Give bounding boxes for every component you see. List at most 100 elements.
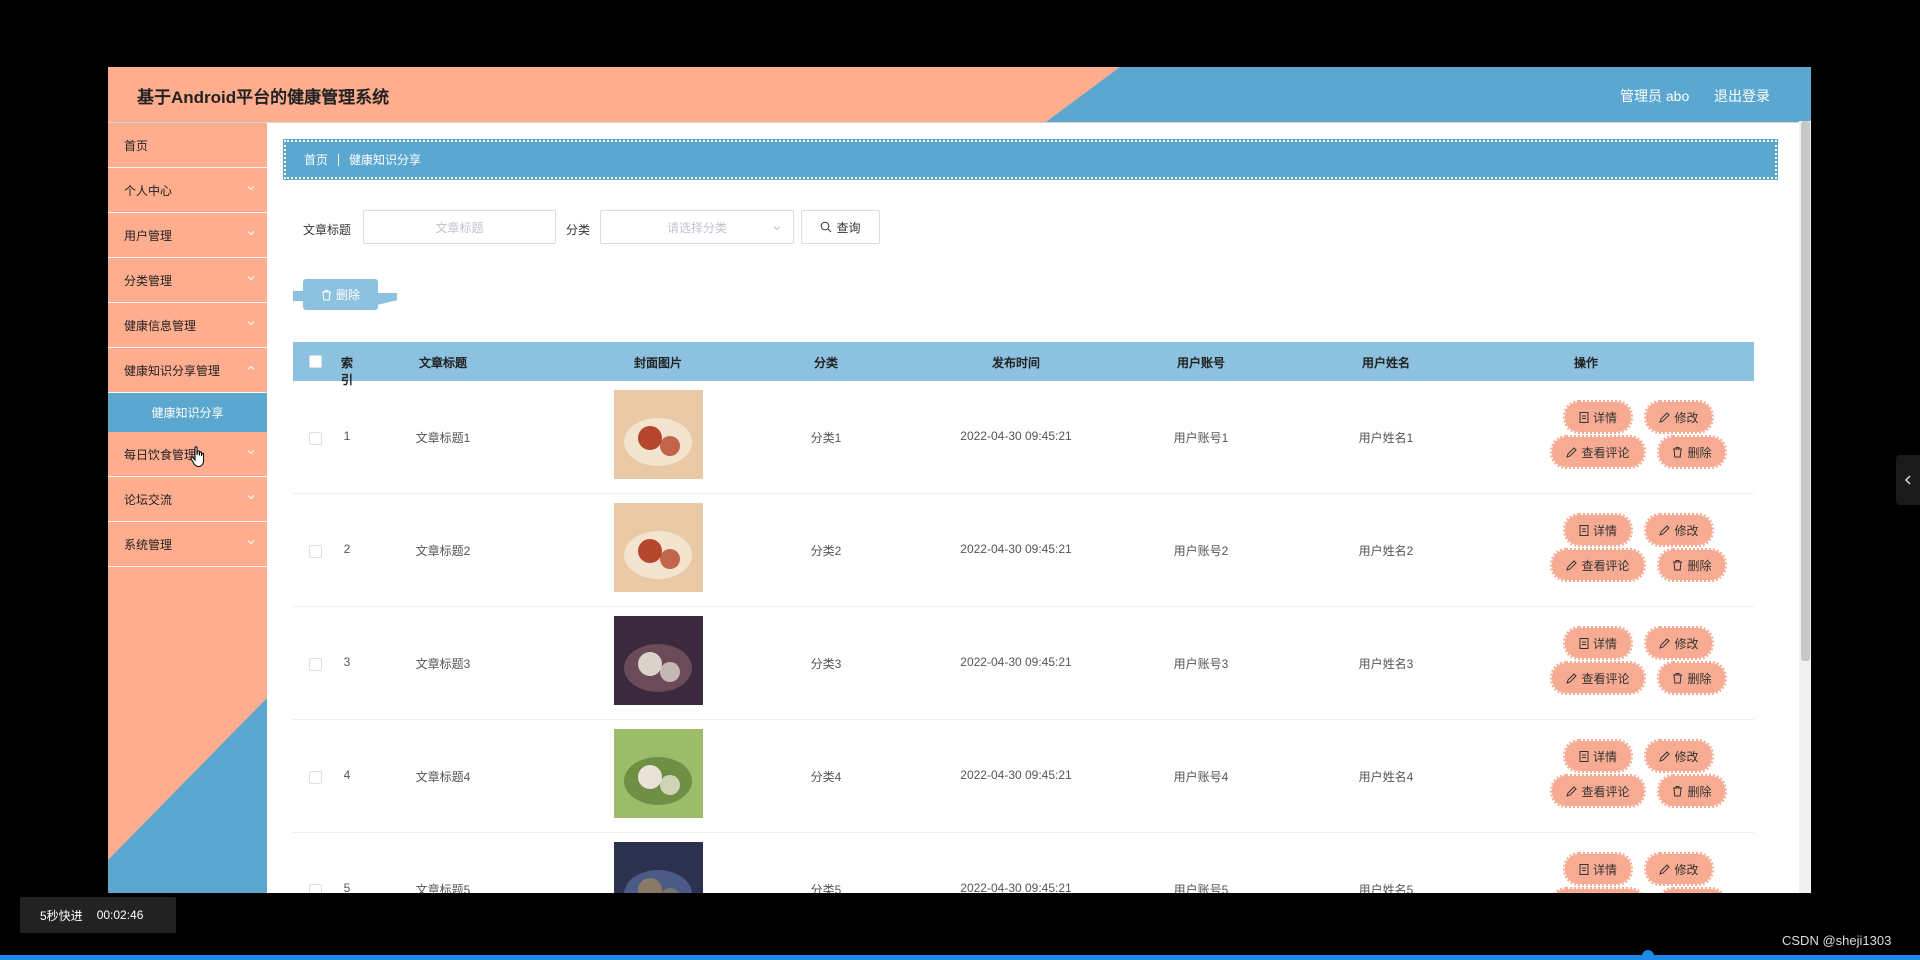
video-progress-bar[interactable] (0, 955, 1920, 960)
edit-button[interactable]: 修改 (1644, 739, 1714, 773)
view-comments-button[interactable]: 查看评论 (1550, 887, 1646, 893)
cell-title: 文章标题1 (415, 431, 471, 445)
app-window: 基于Android平台的健康管理系统 管理员 abo 退出登录 首页 个人中心 … (108, 67, 1811, 893)
query-button[interactable]: 查询 (801, 210, 880, 244)
table-row: 4 文章标题4 分类4 2022-04-30 09:45:21 用户账号4 用户姓名4 详情… (293, 720, 1754, 833)
select-all-checkbox[interactable] (309, 355, 322, 368)
sidebar-item-personal-center[interactable]: 个人中心 (108, 168, 267, 213)
breadcrumb-home[interactable]: 首页 (304, 151, 328, 168)
delete-button[interactable]: 删除 (1657, 774, 1727, 808)
sidebar-item-label: 系统管理 (124, 537, 173, 552)
cell-account: 用户账号5 (1173, 883, 1229, 893)
cell-category: 分类4 (810, 770, 842, 784)
sidebar-item-home[interactable]: 首页 (108, 123, 267, 168)
view-comments-button[interactable]: 查看评论 (1550, 661, 1646, 695)
view-comments-button[interactable]: 查看评论 (1550, 435, 1646, 469)
skip-forward-label[interactable]: 5秒快进 (40, 907, 83, 924)
view-comments-button[interactable]: 查看评论 (1550, 774, 1646, 808)
table-row: 1 文章标题1 分类1 2022-04-30 09:45:21 用户账号1 用户姓名1 详情… (293, 381, 1754, 494)
cover-image[interactable] (614, 729, 703, 818)
edit-label: 修改 (1674, 749, 1699, 764)
delete-button[interactable]: 删除 (1657, 435, 1727, 469)
trash-icon (1673, 673, 1683, 684)
sidebar-item-category-management[interactable]: 分类管理 (108, 258, 267, 303)
chevron-down-icon (247, 276, 255, 281)
category-filter-label: 分类 (566, 223, 591, 237)
view-comments-label: 查看评论 (1581, 671, 1630, 686)
sidebar-item-knowledge-share-management[interactable]: 健康知识分享管理 (108, 348, 267, 393)
select-placeholder: 请选择分类 (666, 220, 727, 235)
view-comments-label: 查看评论 (1581, 558, 1630, 573)
title-filter-label: 文章标题 (303, 223, 352, 237)
document-icon (1579, 411, 1589, 423)
row-checkbox[interactable] (309, 658, 322, 671)
sidebar-item-health-info[interactable]: 健康信息管理 (108, 303, 267, 348)
detail-button[interactable]: 详情 (1563, 513, 1633, 547)
side-panel-toggle[interactable] (1896, 455, 1920, 505)
sidebar-item-daily-diet[interactable]: 每日饮食管理 (108, 432, 267, 477)
query-button-label: 查询 (836, 220, 861, 235)
view-comments-button[interactable]: 查看评论 (1550, 548, 1646, 582)
sidebar-item-system[interactable]: 系统管理 (108, 522, 267, 567)
cover-image[interactable] (614, 616, 703, 705)
cell-name: 用户姓名2 (1358, 544, 1414, 558)
edit-button[interactable]: 修改 (1644, 626, 1714, 660)
delete-label: 删除 (1687, 445, 1712, 460)
row-checkbox[interactable] (309, 545, 322, 558)
vertical-scrollbar[interactable] (1801, 121, 1810, 661)
sidebar-subitem-knowledge-share[interactable]: 健康知识分享 (108, 393, 267, 432)
edit-button[interactable]: 修改 (1644, 513, 1714, 547)
row-checkbox[interactable] (309, 432, 322, 445)
sidebar-item-label: 首页 (124, 138, 149, 153)
sidebar-item-label: 健康知识分享 (151, 406, 224, 420)
delete-button[interactable]: 删除 (1657, 887, 1727, 893)
row-checkbox[interactable] (309, 884, 322, 893)
edit-button[interactable]: 修改 (1644, 400, 1714, 434)
delete-button[interactable]: 删除 (1657, 661, 1727, 695)
title-filter-input[interactable]: 文章标题 (363, 210, 556, 244)
edit-icon (1659, 750, 1671, 762)
detail-button[interactable]: 详情 (1563, 739, 1633, 773)
sidebar-item-forum[interactable]: 论坛交流 (108, 477, 267, 522)
edit-button[interactable]: 修改 (1644, 852, 1714, 886)
cell-index: 1 (343, 429, 351, 443)
column-header-title: 文章标题 (418, 356, 467, 370)
cover-image-graphic (614, 842, 703, 893)
cover-image[interactable] (614, 390, 703, 479)
delete-button[interactable]: 删除 (1657, 548, 1727, 582)
video-overlay-badge: 5秒快进 00:02:46 (20, 897, 176, 933)
category-select[interactable]: 请选择分类 (600, 210, 794, 244)
cover-image-graphic (614, 729, 703, 818)
trash-icon (1673, 786, 1683, 797)
edit-icon (1566, 672, 1578, 684)
cell-account: 用户账号3 (1173, 657, 1229, 671)
cell-publish-time: 2022-04-30 09:45:21 (960, 881, 1072, 893)
cell-category: 分类3 (810, 657, 842, 671)
detail-button[interactable]: 详情 (1563, 626, 1633, 660)
edit-icon (1659, 863, 1671, 875)
cell-account: 用户账号1 (1173, 431, 1229, 445)
logout-link[interactable]: 退出登录 (1714, 86, 1770, 106)
edit-label: 修改 (1674, 523, 1699, 538)
detail-button[interactable]: 详情 (1563, 852, 1633, 886)
chevron-left-icon (1904, 475, 1911, 485)
video-progress-knob[interactable] (1642, 950, 1654, 960)
sidebar-item-user-management[interactable]: 用户管理 (108, 213, 267, 258)
chevron-down-icon (247, 495, 255, 500)
sidebar-item-label: 用户管理 (124, 228, 173, 243)
main-content: 首页 健康知识分享 文章标题 文章标题 分类 请选择分类 查询 删除 索引 文章… (267, 123, 1811, 893)
table-row: 2 文章标题2 分类2 2022-04-30 09:45:21 用户账号2 用户姓名2 详情… (293, 494, 1754, 607)
breadcrumb-current: 健康知识分享 (349, 153, 422, 167)
sidebar-item-label: 健康知识分享管理 (124, 363, 221, 378)
detail-button[interactable]: 详情 (1563, 400, 1633, 434)
chevron-down-icon (247, 450, 255, 455)
ribbon-tail-right (377, 293, 397, 305)
sidebar-item-label: 个人中心 (124, 183, 173, 198)
batch-delete-button[interactable]: 删除 (303, 279, 378, 310)
cover-image[interactable] (614, 503, 703, 592)
row-checkbox[interactable] (309, 771, 322, 784)
cover-image[interactable] (614, 842, 703, 893)
batch-delete-label: 删除 (335, 288, 360, 302)
cell-publish-time: 2022-04-30 09:45:21 (960, 542, 1072, 556)
delete-label: 删除 (1687, 784, 1712, 799)
